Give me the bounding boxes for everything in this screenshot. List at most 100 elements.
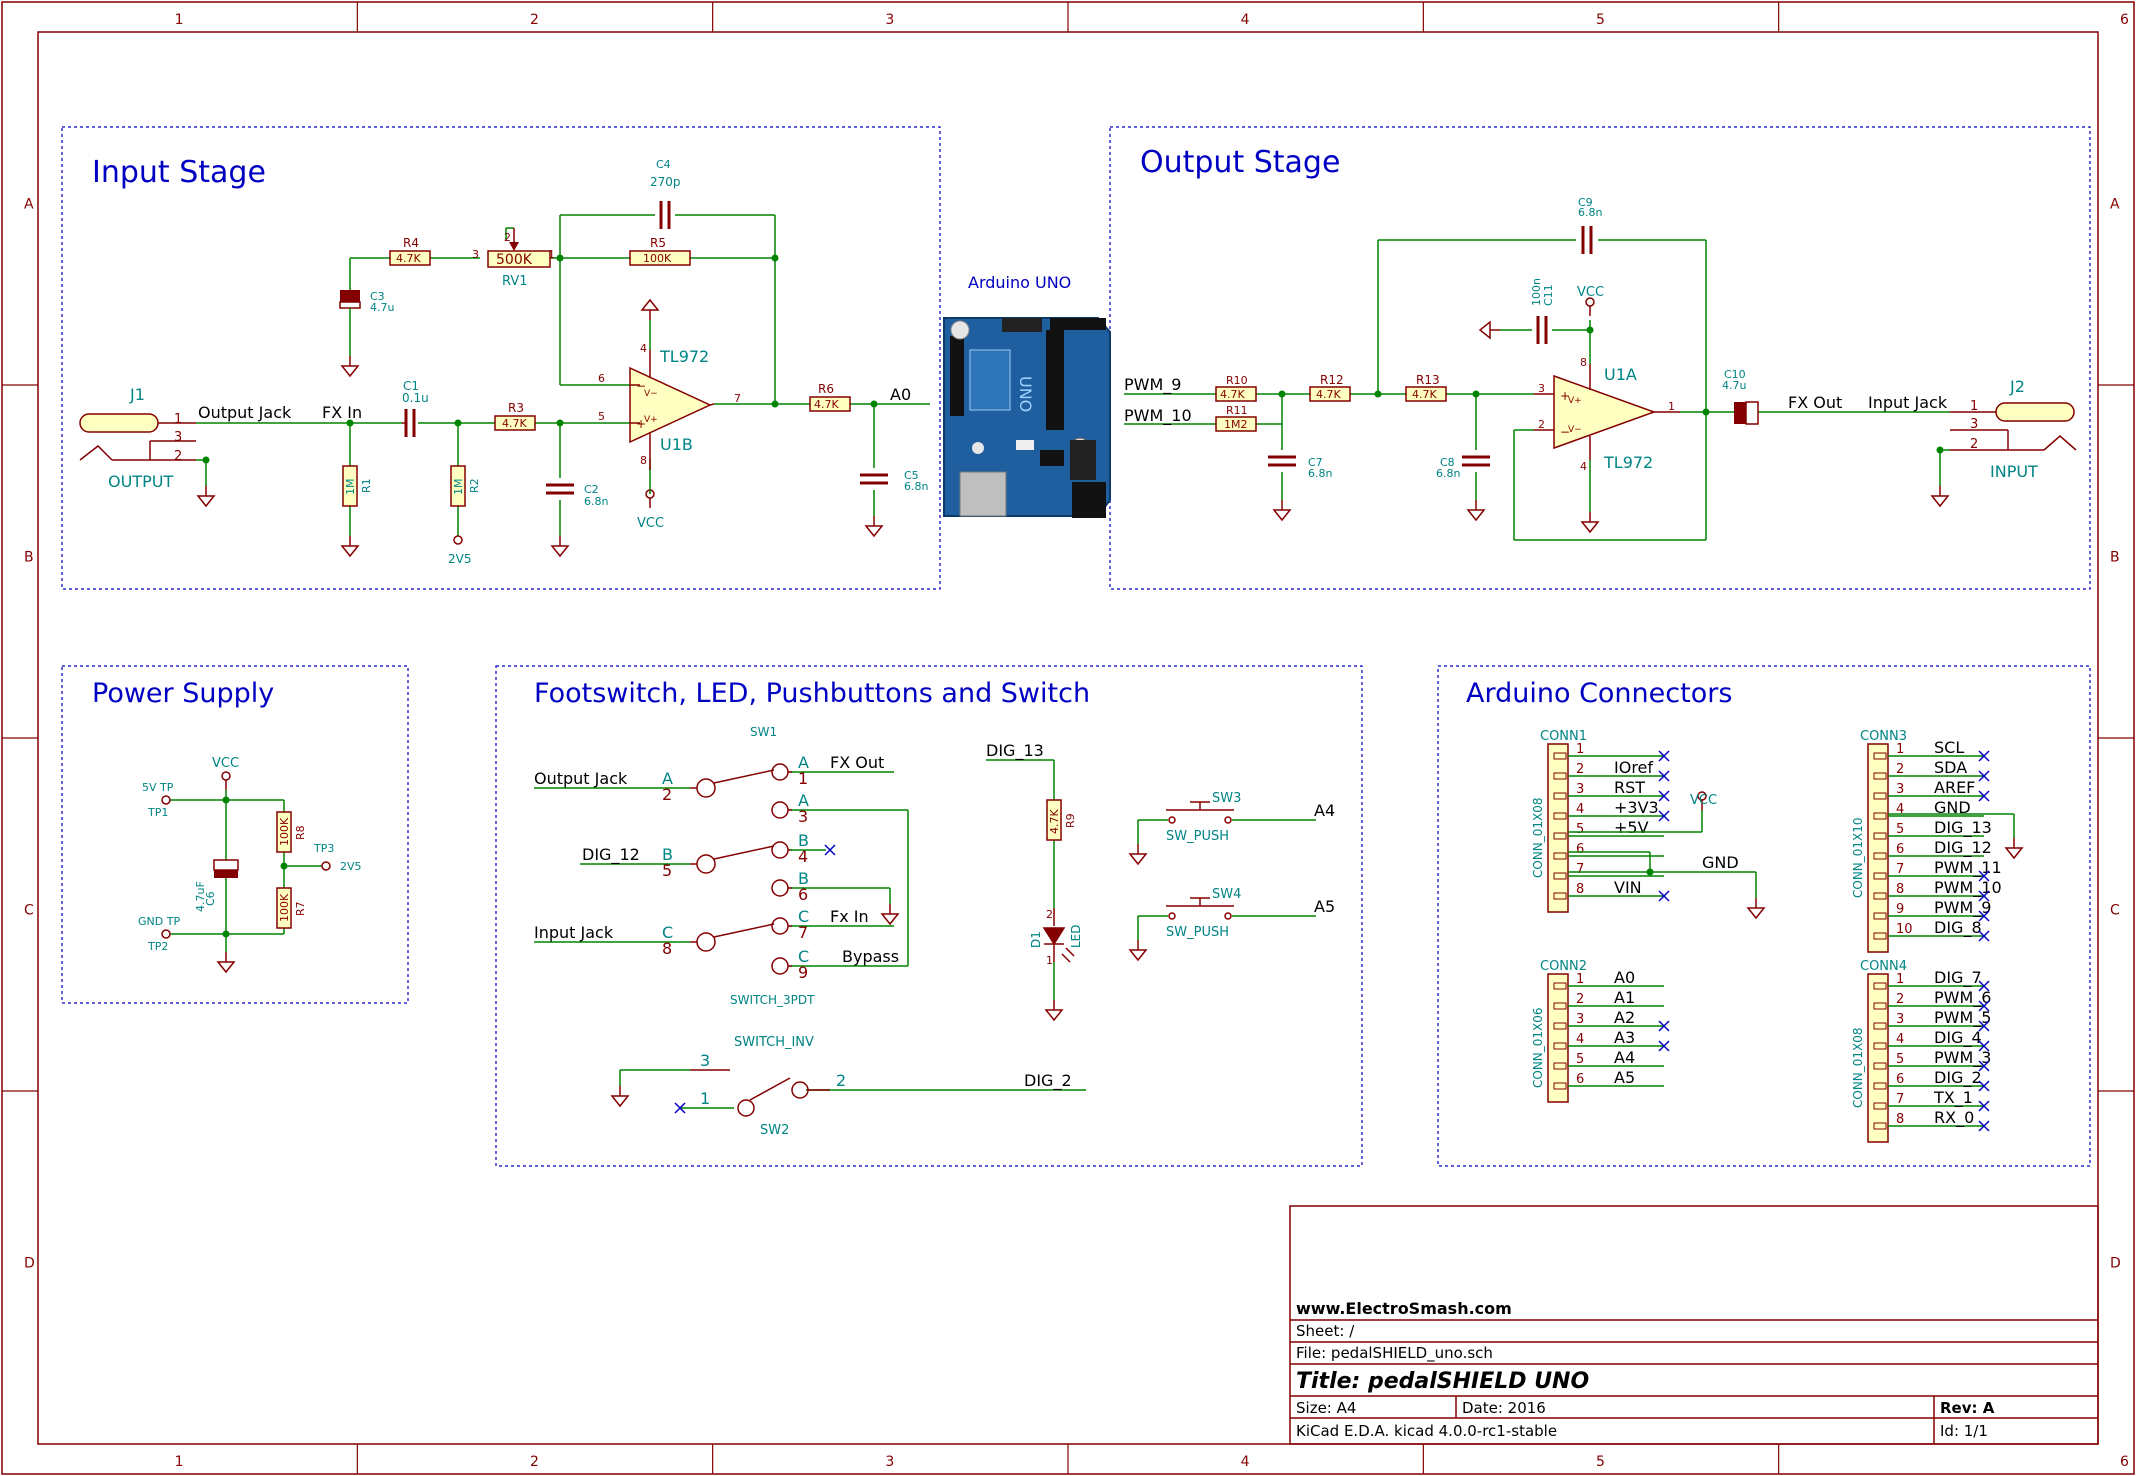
- sw1-throw-7: [771, 917, 789, 935]
- r4-val: 4.7K: [396, 252, 421, 265]
- r3-ref: R3: [508, 401, 524, 415]
- conn2-pin-2: 2: [1576, 992, 1584, 1007]
- conn1-pin-1: 1: [1576, 742, 1584, 757]
- frame-col-top-6: 6: [2120, 12, 2129, 28]
- net-input-jack-sw: Input Jack: [534, 923, 614, 942]
- capacitor-c8: [1460, 455, 1492, 467]
- sw1-throw-4: [771, 841, 789, 859]
- conn4-net-4: DIG_4: [1934, 1028, 1982, 1048]
- conn4-net-6: DIG_2: [1934, 1068, 1982, 1088]
- conn4-pin-6: 6: [1896, 1072, 1904, 1087]
- net-output-jack-sw: Output Jack: [534, 769, 628, 788]
- r10-val: 4.7K: [1220, 388, 1245, 401]
- r11-val: 1M2: [1224, 418, 1248, 431]
- capacitor-c9: [1581, 224, 1593, 256]
- r2-ref: R2: [468, 478, 481, 493]
- frame-row-right-A: A: [2110, 197, 2120, 213]
- power-supply-title: Power Supply: [92, 678, 274, 709]
- conn2-net-4: A3: [1614, 1028, 1635, 1047]
- sw2-ref: SW2: [760, 1123, 789, 1138]
- frame-col-bottom-6: 6: [2120, 1454, 2129, 1470]
- c11-ref: C11: [1542, 284, 1555, 306]
- capacitor-c11: [1536, 314, 1548, 346]
- u1b-vcc: VCC: [637, 516, 664, 531]
- c2-val: 6.8n: [584, 495, 608, 508]
- arduino-connectors-title: Arduino Connectors: [1466, 678, 1732, 709]
- svg-text:V+: V+: [1568, 396, 1582, 406]
- u1a-ref: U1A: [1604, 365, 1637, 384]
- conn1-pin-5: 5: [1576, 822, 1584, 837]
- j1-pin-1: 1: [174, 412, 182, 427]
- title-sheet: Sheet: /: [1296, 1322, 1355, 1340]
- rv1-ref: RV1: [502, 274, 528, 289]
- sw2-val: SWITCH_INV: [734, 1035, 814, 1050]
- conn1-body: [1547, 743, 1569, 913]
- sw3-ref: SW3: [1212, 791, 1241, 806]
- net-dig2: DIG_2: [1024, 1071, 1072, 1091]
- sw1-poles: A2B5C8A1FX OutA3B4B6C7Fx InC9Bypass: [662, 753, 899, 982]
- tp3-ref: TP3: [313, 842, 334, 855]
- sw2-pin-2: 2: [836, 1071, 846, 1090]
- conn3-net-6: DIG_12: [1934, 838, 1992, 858]
- arduino-label: Arduino UNO: [968, 273, 1071, 292]
- c10-val: 4.7u: [1722, 379, 1746, 392]
- conn1-pin-7: 7: [1576, 862, 1584, 877]
- r8-val: 100K: [278, 817, 291, 846]
- sw1-pole-pin-A: 2: [662, 785, 672, 804]
- u1b-pin-7: 7: [734, 392, 741, 405]
- u1b-pin-8: 8: [640, 454, 647, 467]
- tp3-net: 2V5: [340, 860, 362, 873]
- r12-val: 4.7K: [1316, 388, 1341, 401]
- capacitor-c3: [339, 290, 361, 356]
- r6-val: 4.7K: [814, 398, 839, 411]
- net-a4: A4: [1314, 801, 1335, 820]
- capacitor-c10: [1734, 401, 1759, 425]
- sw1-throw-1: [771, 763, 789, 781]
- net-pwm10: PWM_10: [1124, 406, 1192, 426]
- u1a-val: TL972: [1603, 453, 1653, 472]
- r5-ref: R5: [650, 236, 666, 250]
- sw1-throw-net-1: FX Out: [830, 753, 884, 772]
- net-a0: A0: [890, 385, 911, 404]
- conn4-pin-1: 1: [1896, 972, 1904, 987]
- svg-text:UNO: UNO: [1016, 376, 1035, 412]
- conn1-pin-8: 8: [1576, 882, 1584, 897]
- net-input-jack: Input Jack: [1868, 393, 1948, 412]
- u1a-pin-3: 3: [1538, 382, 1545, 395]
- conn4-net-1: DIG_7: [1934, 968, 1982, 988]
- c9-val: 6.8n: [1578, 206, 1602, 219]
- sw4-val: SW_PUSH: [1166, 925, 1229, 940]
- conn3-pin-2: 2: [1896, 762, 1904, 777]
- conn1-net-5: +5V: [1614, 818, 1649, 837]
- r6-ref: R6: [818, 382, 834, 396]
- sw1-throw-pin-7: 7: [798, 923, 808, 942]
- output-stage-box: [1109, 126, 2091, 590]
- conn2-net-3: A2: [1614, 1008, 1635, 1027]
- rv1-pin-2: 2: [504, 231, 511, 244]
- c5-val: 6.8n: [904, 480, 928, 493]
- r8-ref: R8: [294, 825, 307, 840]
- sw1-pole-pin-C: 8: [662, 939, 672, 958]
- sw2-pin-1: 1: [700, 1089, 710, 1108]
- frame-col-bottom-1: 1: [175, 1454, 184, 1470]
- conn2-pin-5: 5: [1576, 1052, 1584, 1067]
- title-block: www.ElectroSmash.com Sheet: / File: peda…: [1289, 1205, 2099, 1445]
- conn3-val: CONN_01X10: [1851, 817, 1865, 898]
- frame-row-left-B: B: [24, 550, 34, 566]
- sw1-throw-pin-3: 3: [798, 807, 808, 826]
- arduino-connectors-box: [1437, 665, 2091, 1167]
- conn3-pin-1: 1: [1896, 742, 1904, 757]
- input-stage-title: Input Stage: [92, 155, 266, 190]
- conn1-pin-3: 3: [1576, 782, 1584, 797]
- frame-row-left-A: A: [24, 197, 34, 213]
- title-rev: Rev: A: [1940, 1399, 1995, 1417]
- conn1-vcc: VCC: [1690, 793, 1717, 808]
- input-stage: J1 OUTPUT 1 3 2 Output Jack FX In A0 C1 …: [79, 158, 930, 566]
- r3-val: 4.7K: [502, 417, 527, 430]
- conn3-pin-5: 5: [1896, 822, 1904, 837]
- frame-col-top-1: 1: [175, 12, 184, 28]
- conn1-pin-4: 4: [1576, 802, 1584, 817]
- sw1-throw-net-7: Fx In: [830, 907, 869, 926]
- u1b-pin-5: 5: [598, 410, 605, 423]
- sw1-pole-A: [696, 778, 716, 798]
